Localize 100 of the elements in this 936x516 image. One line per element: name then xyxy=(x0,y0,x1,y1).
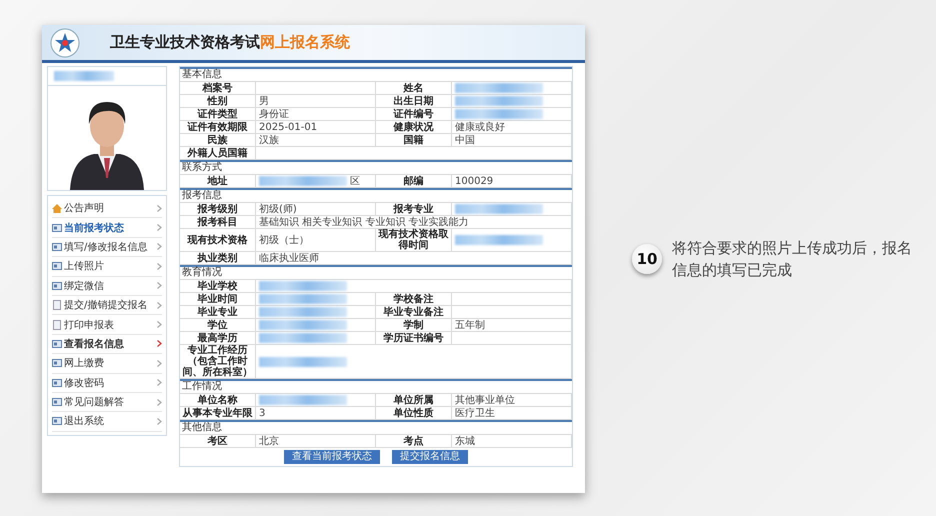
field-label: 证件编号 xyxy=(376,108,452,120)
field-label: 从事本专业年限 xyxy=(180,407,256,419)
field-label: 国籍 xyxy=(376,134,452,146)
field-label: 民族 xyxy=(180,134,256,146)
field-label: 现有技术资格 xyxy=(180,229,256,251)
menu-item[interactable]: 上传照片 xyxy=(52,257,162,277)
step-number: 10 xyxy=(632,244,662,274)
field-label: 报考科目 xyxy=(180,216,256,228)
field-value: 身份证 xyxy=(256,108,376,120)
id-card-icon xyxy=(52,378,62,387)
field-label: 证件类型 xyxy=(180,108,256,120)
field-value: 医疗卫生 xyxy=(452,407,572,419)
field-label: 学历证书编号 xyxy=(376,332,452,344)
section-title: 报考信息 xyxy=(180,188,572,203)
id-card-icon xyxy=(52,262,62,270)
field-value: 2025-01-01 xyxy=(256,121,376,133)
section-title: 工作情况 xyxy=(180,379,572,394)
field-label: 证件有效期限 xyxy=(180,121,256,133)
section-title: 其他信息 xyxy=(180,420,572,435)
chevron-icon xyxy=(157,379,162,386)
action-button[interactable]: 查看当前报考状态 xyxy=(284,450,380,464)
field-value: 临床执业医师 xyxy=(256,252,572,264)
chevron-icon xyxy=(157,340,162,348)
field-label: 毕业时间 xyxy=(180,293,256,305)
field-label: 执业类别 xyxy=(180,252,256,264)
menu-item[interactable]: 网上缴费 xyxy=(52,354,162,374)
chevron-icon xyxy=(157,321,162,328)
menu-item[interactable]: 修改密码 xyxy=(52,374,162,393)
field-label: 报考专业 xyxy=(376,203,452,215)
field-label: 考点 xyxy=(376,435,452,447)
menu-item[interactable]: 绑定微信 xyxy=(52,276,162,296)
menu-item[interactable]: 打印申报表 xyxy=(52,315,162,335)
field-value: 五年制 xyxy=(452,319,572,331)
field-label: 最高学历 xyxy=(180,332,256,344)
field-value: 东城 xyxy=(452,435,572,447)
id-card-icon xyxy=(52,340,62,348)
action-button[interactable]: 提交报名信息 xyxy=(392,450,468,464)
chevron-icon xyxy=(157,282,162,290)
chevron-icon xyxy=(157,204,162,212)
chevron-icon xyxy=(157,302,162,309)
chevron-icon xyxy=(157,360,162,367)
field-label: 姓名 xyxy=(376,82,452,94)
field-value: 初级（士） xyxy=(256,229,376,251)
menu-item[interactable]: 查看报名信息 xyxy=(52,334,162,354)
chevron-icon xyxy=(157,224,162,232)
menu-item[interactable]: 当前报考状态 xyxy=(52,218,162,238)
id-card-icon xyxy=(52,359,62,368)
field-label: 邮编 xyxy=(376,175,452,187)
menu-item[interactable]: 退出系统 xyxy=(52,412,162,432)
chevron-icon xyxy=(157,418,162,425)
document-icon xyxy=(52,300,62,310)
id-card-icon xyxy=(52,398,62,406)
system-title: 卫生专业技术资格考试网上报名系统 xyxy=(110,33,350,52)
id-card-icon xyxy=(52,242,62,251)
field-value: 100029 xyxy=(452,175,572,187)
id-card-icon xyxy=(52,417,62,426)
section-title: 联系方式 xyxy=(180,160,572,175)
field-label: 报考级别 xyxy=(180,203,256,215)
field-label: 地址 xyxy=(180,175,256,187)
field-label: 单位名称 xyxy=(180,394,256,406)
menu-item[interactable]: 填写/修改报名信息 xyxy=(52,238,162,258)
field-label: 专业工作经历（包含工作时间、所在科室） xyxy=(180,345,256,378)
field-value: 健康或良好 xyxy=(452,121,572,133)
field-label: 学校备注 xyxy=(376,293,452,305)
field-label: 档案号 xyxy=(180,82,256,94)
field-label: 毕业专业备注 xyxy=(376,306,452,318)
chevron-icon xyxy=(157,398,162,406)
section-title: 教育情况 xyxy=(180,265,572,280)
field-label: 外籍人员国籍 xyxy=(180,147,256,159)
field-value: 3 xyxy=(256,407,376,419)
field-value: 男 xyxy=(256,95,376,107)
field-label: 健康状况 xyxy=(376,121,452,133)
chevron-icon xyxy=(157,243,162,250)
field-label: 单位所属 xyxy=(376,394,452,406)
document-icon xyxy=(52,320,62,330)
field-value: 北京 xyxy=(256,435,376,447)
field-label: 毕业学校 xyxy=(180,280,256,292)
field-label: 毕业专业 xyxy=(180,306,256,318)
home-icon xyxy=(52,204,62,213)
chevron-icon xyxy=(157,262,162,270)
step-description: 将符合要求的照片上传成功后，报名信息的填写已完成 xyxy=(672,238,913,281)
menu-item[interactable]: 常见问题解答 xyxy=(52,392,162,412)
field-value: 区 xyxy=(256,175,376,187)
menu-item[interactable]: 公告声明 xyxy=(52,199,162,218)
field-value: 基础知识 相关专业知识 专业知识 专业实践能力 xyxy=(256,216,572,228)
field-value: 中国 xyxy=(452,134,572,146)
section-title: 基本信息 xyxy=(180,67,572,82)
menu-item[interactable]: 提交/撤销提交报名 xyxy=(52,296,162,316)
field-label: 学位 xyxy=(180,319,256,331)
field-label: 现有技术资格取得时间 xyxy=(376,229,452,251)
field-value: 初级(师) xyxy=(256,203,376,215)
field-label: 出生日期 xyxy=(376,95,452,107)
field-label: 考区 xyxy=(180,435,256,447)
field-label: 学制 xyxy=(376,319,452,331)
field-label: 性别 xyxy=(180,95,256,107)
id-card-icon xyxy=(52,224,62,232)
field-value: 汉族 xyxy=(256,134,376,146)
id-card-icon xyxy=(52,282,62,290)
star-logo-icon xyxy=(50,28,80,58)
field-value: 其他事业单位 xyxy=(452,394,572,406)
